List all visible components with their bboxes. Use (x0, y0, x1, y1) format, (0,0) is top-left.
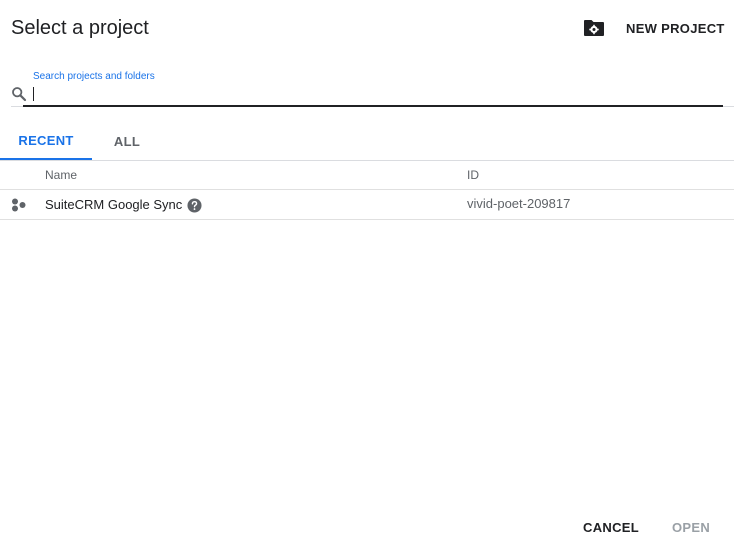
search-input[interactable] (33, 86, 713, 102)
search-icon (12, 87, 27, 102)
tabs-divider (0, 160, 734, 161)
search-underline (23, 105, 723, 107)
folder-settings-icon[interactable] (583, 18, 605, 38)
project-dots-icon (12, 198, 26, 212)
column-header-name: Name (45, 168, 78, 182)
search-label: Search projects and folders (33, 71, 155, 82)
new-project-button[interactable]: NEW PROJECT (626, 21, 725, 36)
project-id: vivid-poet-209817 (467, 196, 571, 211)
table-row[interactable]: SuiteCRM Google Sync vivid-poet-209817 (0, 190, 734, 219)
text-cursor (33, 87, 34, 101)
cancel-button[interactable]: CANCEL (583, 520, 639, 535)
table-row-divider (0, 219, 734, 220)
open-button[interactable]: OPEN (672, 520, 710, 535)
column-header-id: ID (467, 168, 479, 182)
project-name: SuiteCRM Google Sync (45, 197, 183, 212)
help-circle-icon[interactable] (187, 198, 202, 213)
tab-all[interactable]: ALL (96, 122, 158, 160)
dialog-title: Select a project (11, 17, 149, 39)
tab-recent[interactable]: RECENT (0, 122, 92, 160)
